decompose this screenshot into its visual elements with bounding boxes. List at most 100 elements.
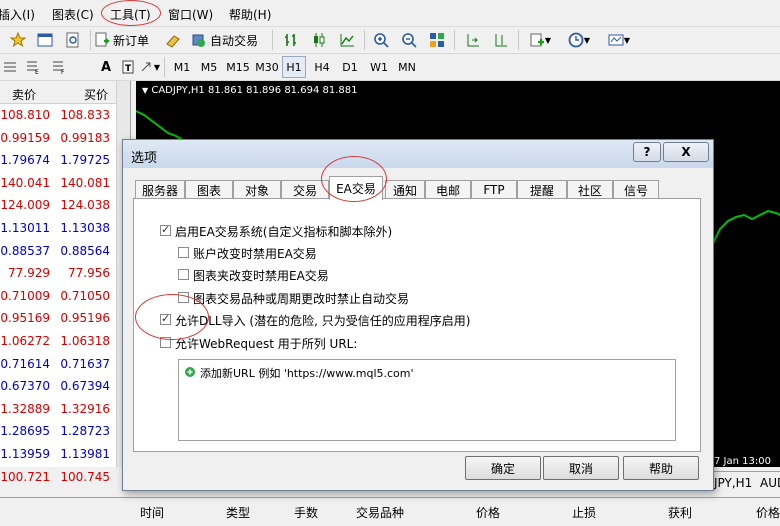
tile-windows-button[interactable] xyxy=(426,29,448,51)
timeframe-d1[interactable]: D1 xyxy=(338,56,362,78)
chart-shift-icon xyxy=(495,34,507,47)
dropdown-arrow-icon: ▼ xyxy=(583,35,591,45)
line-chart-button[interactable] xyxy=(336,29,358,51)
market-watch-row[interactable]: 1.32889 1.32916 xyxy=(0,398,116,421)
menu-window[interactable]: 窗口(W) xyxy=(168,6,213,23)
ask-column-header[interactable]: 买价 xyxy=(84,86,108,103)
timeframe-m15[interactable]: M15 xyxy=(225,56,251,78)
col-symbol[interactable]: 交易品种 xyxy=(356,504,404,521)
market-watch-row[interactable]: 100.721 100.745 xyxy=(0,466,116,489)
tab-9[interactable]: 社区 xyxy=(567,180,613,199)
dialog-help-button[interactable]: ? xyxy=(633,142,661,162)
timeframe-mn[interactable]: MN xyxy=(394,56,420,78)
option-label[interactable]: 启用EA交易系统(自定义指标和脚本除外) xyxy=(175,223,392,240)
market-watch-row[interactable]: 1.13011 1.13038 xyxy=(0,217,116,240)
profiles-button[interactable] xyxy=(6,29,30,51)
data-window-button[interactable] xyxy=(62,29,84,51)
market-watch-row[interactable]: 124.009 124.038 xyxy=(0,194,116,217)
market-watch-row[interactable]: 1.28695 1.28723 xyxy=(0,420,116,443)
market-watch-row[interactable]: 77.929 77.956 xyxy=(0,262,116,285)
market-watch-row[interactable]: 140.041 140.081 xyxy=(0,172,116,195)
auto-scroll-button[interactable] xyxy=(462,29,484,51)
menu-insert[interactable]: 插入(I) xyxy=(0,6,35,23)
tab-8[interactable]: 提醒 xyxy=(517,180,567,199)
add-url-icon[interactable] xyxy=(185,367,195,377)
timeframe-w1[interactable]: W1 xyxy=(367,56,391,78)
timeframe-h4[interactable]: H4 xyxy=(310,56,334,78)
auto-trading-button[interactable]: 自动交易 xyxy=(190,29,264,51)
arrows-tool-button[interactable]: ▼ xyxy=(138,56,160,78)
tab-6[interactable]: 电邮 xyxy=(425,180,471,199)
tab-5[interactable]: 通知 xyxy=(385,180,425,199)
chart-tab-cadjpy[interactable]: JPY,H1 xyxy=(714,476,752,490)
chart-tab-aud[interactable]: AUD xyxy=(760,476,780,490)
market-watch-row[interactable]: 0.95169 0.95196 xyxy=(0,307,116,330)
dialog-close-button[interactable]: X xyxy=(663,142,709,162)
periods-button[interactable]: ▼ xyxy=(562,29,596,51)
option-label[interactable]: 图表交易品种或周期更改时禁止自动交易 xyxy=(193,290,409,307)
market-watch-button[interactable] xyxy=(34,29,56,51)
option-label[interactable]: 图表夹改变时禁用EA交易 xyxy=(193,267,329,284)
col-tp[interactable]: 获利 xyxy=(668,504,692,521)
menu-help[interactable]: 帮助(H) xyxy=(229,6,271,23)
market-watch-row[interactable]: 0.71614 0.71637 xyxy=(0,353,116,376)
col-time[interactable]: 时间 xyxy=(140,504,164,521)
label-tool-button[interactable]: T xyxy=(120,56,136,78)
col-price-current[interactable]: 价格 xyxy=(756,504,780,521)
option-label[interactable]: 允许DLL导入 (潜在的危险, 只为受信任的应用程序启用) xyxy=(175,312,470,329)
bar-chart-button[interactable] xyxy=(280,29,302,51)
col-sl[interactable]: 止损 xyxy=(572,504,596,521)
tab-1[interactable]: 图表 xyxy=(185,180,233,199)
market-watch-row[interactable]: 1.06272 1.06318 xyxy=(0,330,116,353)
meta-editor-button[interactable] xyxy=(162,29,184,51)
timeframe-m30[interactable]: M30 xyxy=(254,56,280,78)
col-type[interactable]: 类型 xyxy=(226,504,250,521)
col-price[interactable]: 价格 xyxy=(476,504,500,521)
timeframe-m1[interactable]: M1 xyxy=(170,56,194,78)
draw-fan-button[interactable]: F xyxy=(48,56,70,78)
option-checkbox[interactable] xyxy=(178,269,189,280)
tab-7[interactable]: FTP xyxy=(471,180,517,199)
ask-price: 77.956 xyxy=(68,266,110,281)
col-volume[interactable]: 手数 xyxy=(294,504,318,521)
tab-0[interactable]: 服务器 xyxy=(135,180,185,199)
chart-shift-button[interactable] xyxy=(490,29,512,51)
market-watch-row[interactable]: 0.71009 0.71050 xyxy=(0,285,116,308)
option-checkbox[interactable] xyxy=(160,223,171,236)
templates-button[interactable]: ▼ xyxy=(602,29,636,51)
draw-fibo-button[interactable] xyxy=(0,56,20,78)
help-button[interactable]: 帮助 xyxy=(623,456,699,480)
ok-button[interactable]: 确定 xyxy=(465,456,541,480)
timeframe-m5[interactable]: M5 xyxy=(197,56,221,78)
option-label[interactable]: 允许WebRequest 用于所列 URL: xyxy=(175,335,357,352)
dialog-title-bar[interactable]: 选项 ? X xyxy=(123,140,713,168)
cancel-button[interactable]: 取消 xyxy=(543,456,619,480)
market-watch-row[interactable]: 0.99159 0.99183 xyxy=(0,127,116,150)
market-watch-row[interactable]: 0.67370 0.67394 xyxy=(0,375,116,398)
market-watch-row[interactable]: 0.88537 0.88564 xyxy=(0,240,116,263)
svg-text:T: T xyxy=(125,64,132,74)
market-watch-row[interactable]: 1.79674 1.79725 xyxy=(0,149,116,172)
elliott-icon: E xyxy=(27,61,39,75)
timeframe-toolbar: E F A T ▼ M1 M5 M15 M30 H1 H4 D1 W1 MN xyxy=(0,54,780,81)
market-watch-row[interactable]: 108.810 108.833 xyxy=(0,104,116,127)
bid-column-header[interactable]: 卖价 xyxy=(12,86,36,103)
zoom-out-button[interactable] xyxy=(398,29,420,51)
zoom-in-button[interactable] xyxy=(370,29,392,51)
url-list[interactable]: 添加新URL 例如 'https://www.mql5.com' xyxy=(178,359,676,441)
timeframe-h1[interactable]: H1 xyxy=(282,56,306,78)
tab-10[interactable]: 信号 xyxy=(613,180,659,199)
market-watch-row[interactable]: 1.13959 1.13981 xyxy=(0,443,116,466)
option-checkbox[interactable] xyxy=(178,247,189,258)
option-label[interactable]: 账户改变时禁用EA交易 xyxy=(193,245,317,262)
bid-price: 1.28695 xyxy=(0,424,50,439)
add-url-label[interactable]: 添加新URL 例如 'https://www.mql5.com' xyxy=(200,365,414,381)
new-order-button[interactable]: 新订单 xyxy=(94,29,156,51)
tab-2[interactable]: 对象 xyxy=(233,180,281,199)
chart-date-label: 7 Jan 13:00 xyxy=(714,456,771,467)
indicators-button[interactable]: ▼ xyxy=(524,29,556,51)
menu-charts[interactable]: 图表(C) xyxy=(52,6,94,23)
candlestick-button[interactable] xyxy=(308,29,330,51)
draw-elliott-button[interactable]: E xyxy=(22,56,44,78)
text-tool-button[interactable]: A xyxy=(96,56,116,78)
